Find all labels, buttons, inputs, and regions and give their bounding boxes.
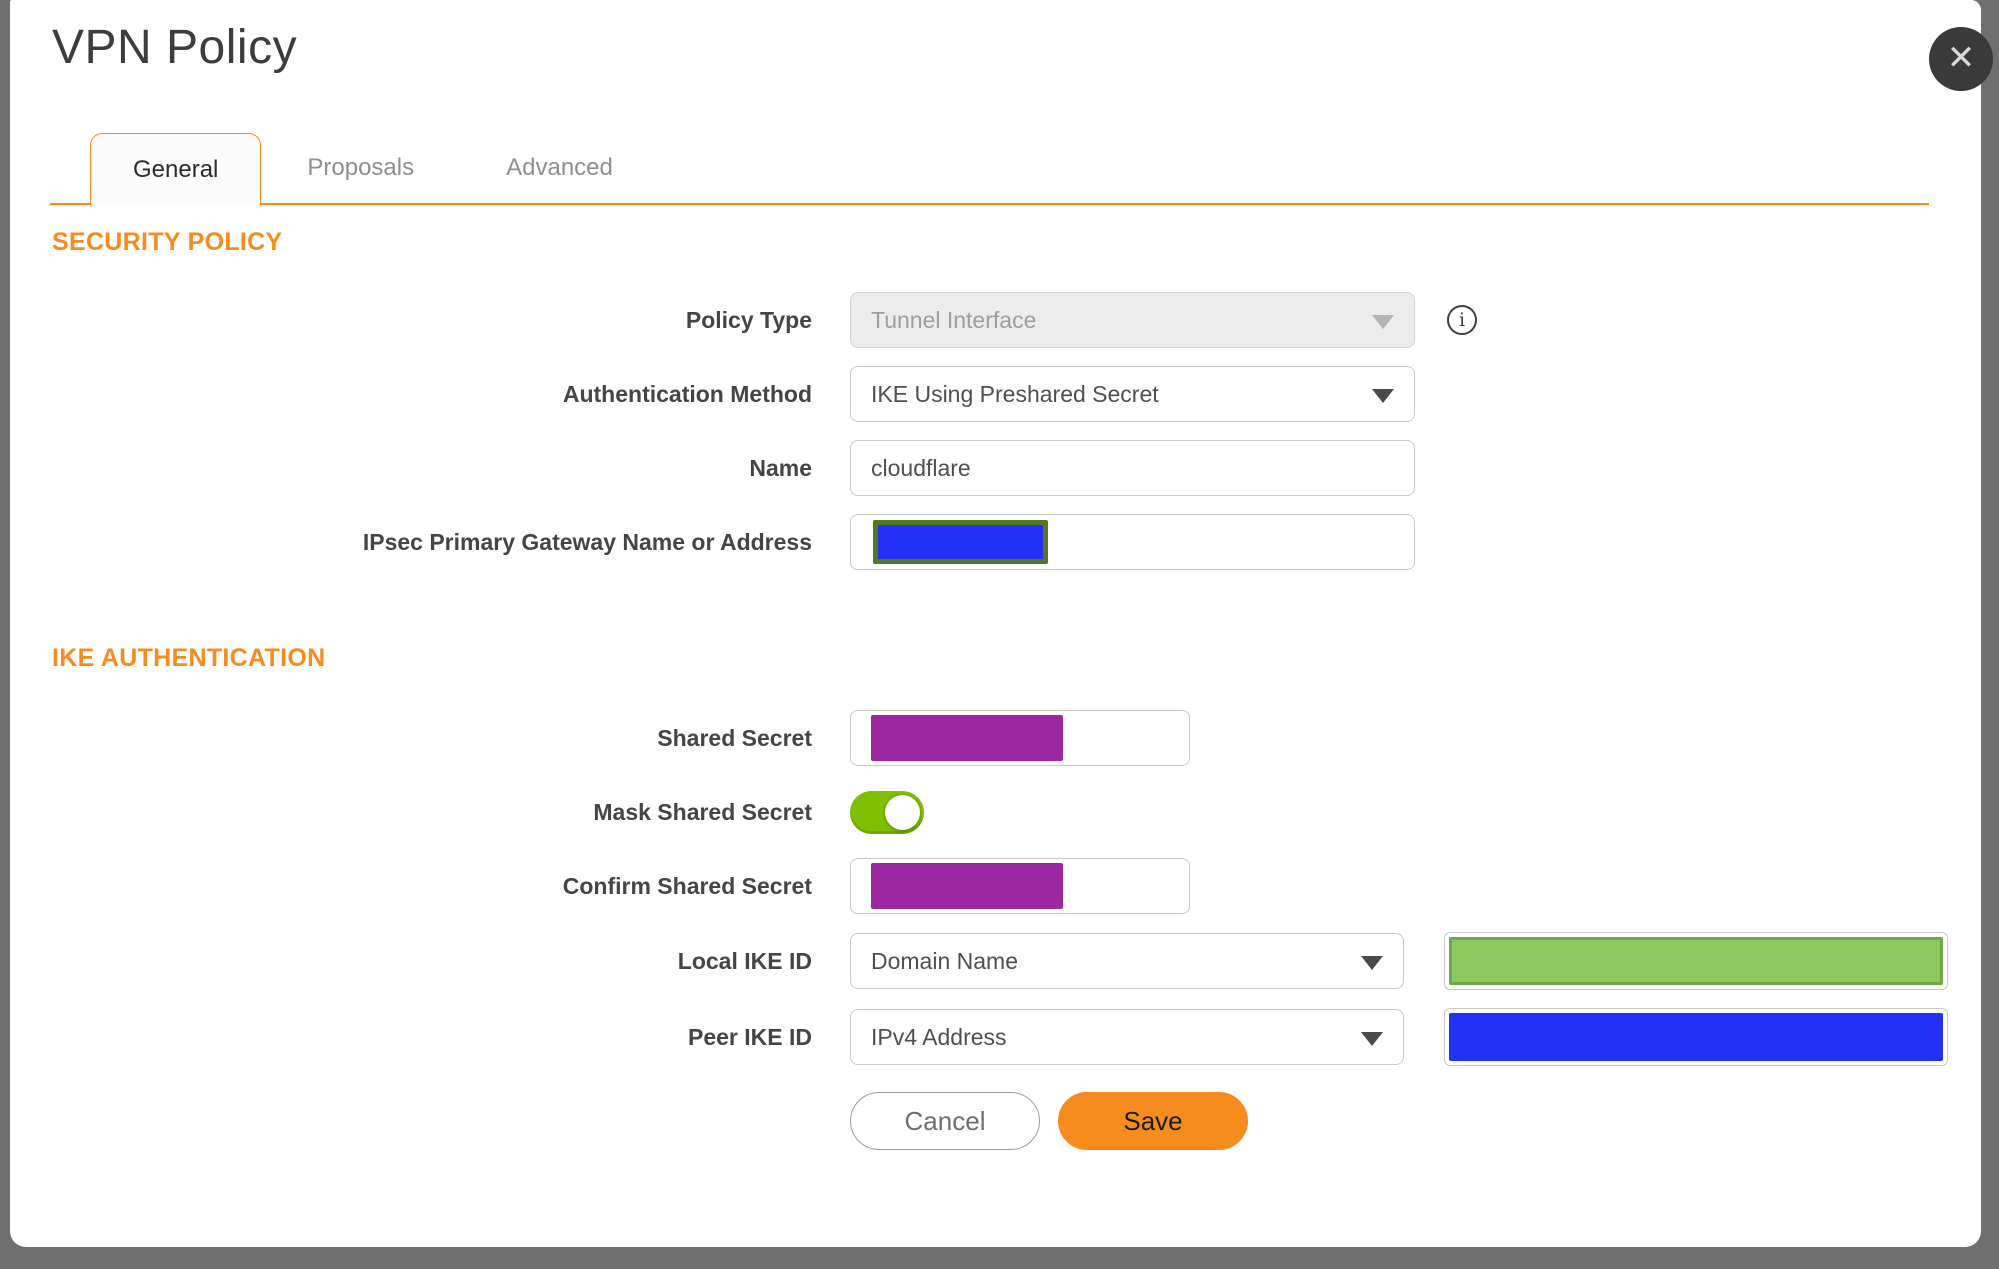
local-ike-id-label: Local IKE ID bbox=[677, 947, 812, 974]
confirm-shared-secret-input[interactable] bbox=[850, 858, 1190, 914]
confirm-shared-secret-row: Confirm Shared Secret bbox=[10, 858, 1981, 914]
tab-proposals[interactable]: Proposals bbox=[261, 133, 460, 203]
redacted-value-block bbox=[1449, 1013, 1943, 1061]
ipsec-gateway-input[interactable] bbox=[850, 514, 1415, 570]
info-icon[interactable]: i bbox=[1447, 305, 1477, 335]
peer-ike-id-label: Peer IKE ID bbox=[688, 1023, 812, 1050]
redacted-value-block bbox=[871, 863, 1063, 909]
authentication-method-row: Authentication Method IKE Using Preshare… bbox=[10, 366, 1981, 422]
ipsec-gateway-row: IPsec Primary Gateway Name or Address bbox=[10, 514, 1981, 570]
authentication-method-select[interactable]: IKE Using Preshared Secret bbox=[850, 366, 1415, 422]
local-ike-id-value: Domain Name bbox=[871, 947, 1018, 974]
name-value: cloudflare bbox=[871, 454, 971, 481]
chevron-down-icon bbox=[1361, 956, 1383, 970]
policy-type-row: Policy Type Tunnel Interface i bbox=[10, 292, 1981, 348]
page-title: VPN Policy bbox=[52, 21, 298, 74]
chevron-down-icon bbox=[1372, 315, 1394, 329]
redacted-value-block bbox=[873, 520, 1048, 564]
redacted-value-block bbox=[871, 715, 1063, 761]
shared-secret-row: Shared Secret bbox=[10, 710, 1981, 766]
name-input[interactable]: cloudflare bbox=[850, 440, 1415, 496]
save-button[interactable]: Save bbox=[1058, 1092, 1248, 1150]
confirm-shared-secret-label: Confirm Shared Secret bbox=[562, 872, 812, 899]
mask-shared-secret-toggle[interactable] bbox=[850, 790, 924, 834]
name-row: Name cloudflare bbox=[10, 440, 1981, 496]
chevron-down-icon bbox=[1372, 389, 1394, 403]
peer-ike-id-value: IPv4 Address bbox=[871, 1023, 1007, 1050]
tab-advanced[interactable]: Advanced bbox=[460, 133, 659, 203]
close-icon: ✕ bbox=[1946, 39, 1976, 77]
mask-shared-secret-row: Mask Shared Secret bbox=[10, 784, 1981, 840]
local-ike-id-select[interactable]: Domain Name bbox=[850, 933, 1404, 989]
cancel-button[interactable]: Cancel bbox=[850, 1092, 1040, 1150]
section-heading-ike-authentication: IKE AUTHENTICATION bbox=[52, 644, 326, 672]
vpn-policy-dialog: VPN Policy ✕ General Proposals Advanced … bbox=[10, 0, 1993, 1247]
chevron-down-icon bbox=[1361, 1032, 1383, 1046]
toggle-knob bbox=[885, 794, 920, 830]
section-heading-security-policy: SECURITY POLICY bbox=[52, 228, 283, 256]
authentication-method-value: IKE Using Preshared Secret bbox=[871, 380, 1159, 407]
tab-general[interactable]: General bbox=[90, 133, 262, 205]
shared-secret-input[interactable] bbox=[850, 710, 1190, 766]
authentication-method-label: Authentication Method bbox=[562, 380, 812, 407]
close-button[interactable]: ✕ bbox=[1929, 27, 1993, 91]
peer-ike-id-select[interactable]: IPv4 Address bbox=[850, 1009, 1404, 1065]
tab-bar: General Proposals Advanced bbox=[50, 132, 1929, 205]
policy-type-select: Tunnel Interface bbox=[850, 292, 1415, 348]
local-ike-id-row: Local IKE ID Domain Name bbox=[10, 932, 1981, 990]
local-ike-id-value-input[interactable] bbox=[1444, 932, 1948, 990]
policy-type-value: Tunnel Interface bbox=[871, 306, 1037, 333]
name-label: Name bbox=[749, 454, 812, 481]
ike-authentication-form: Shared Secret Mask Shared Secret Confirm… bbox=[10, 710, 1981, 1084]
peer-ike-id-row: Peer IKE ID IPv4 Address bbox=[10, 1008, 1981, 1066]
security-policy-form: Policy Type Tunnel Interface i Authentic… bbox=[10, 292, 1981, 588]
peer-ike-id-value-input[interactable] bbox=[1444, 1008, 1948, 1066]
dialog-actions: Cancel Save bbox=[850, 1092, 1248, 1150]
mask-shared-secret-label: Mask Shared Secret bbox=[593, 798, 812, 825]
redacted-value-block bbox=[1449, 937, 1943, 985]
shared-secret-label: Shared Secret bbox=[657, 724, 812, 751]
policy-type-label: Policy Type bbox=[685, 306, 812, 333]
ipsec-gateway-label: IPsec Primary Gateway Name or Address bbox=[362, 528, 812, 555]
